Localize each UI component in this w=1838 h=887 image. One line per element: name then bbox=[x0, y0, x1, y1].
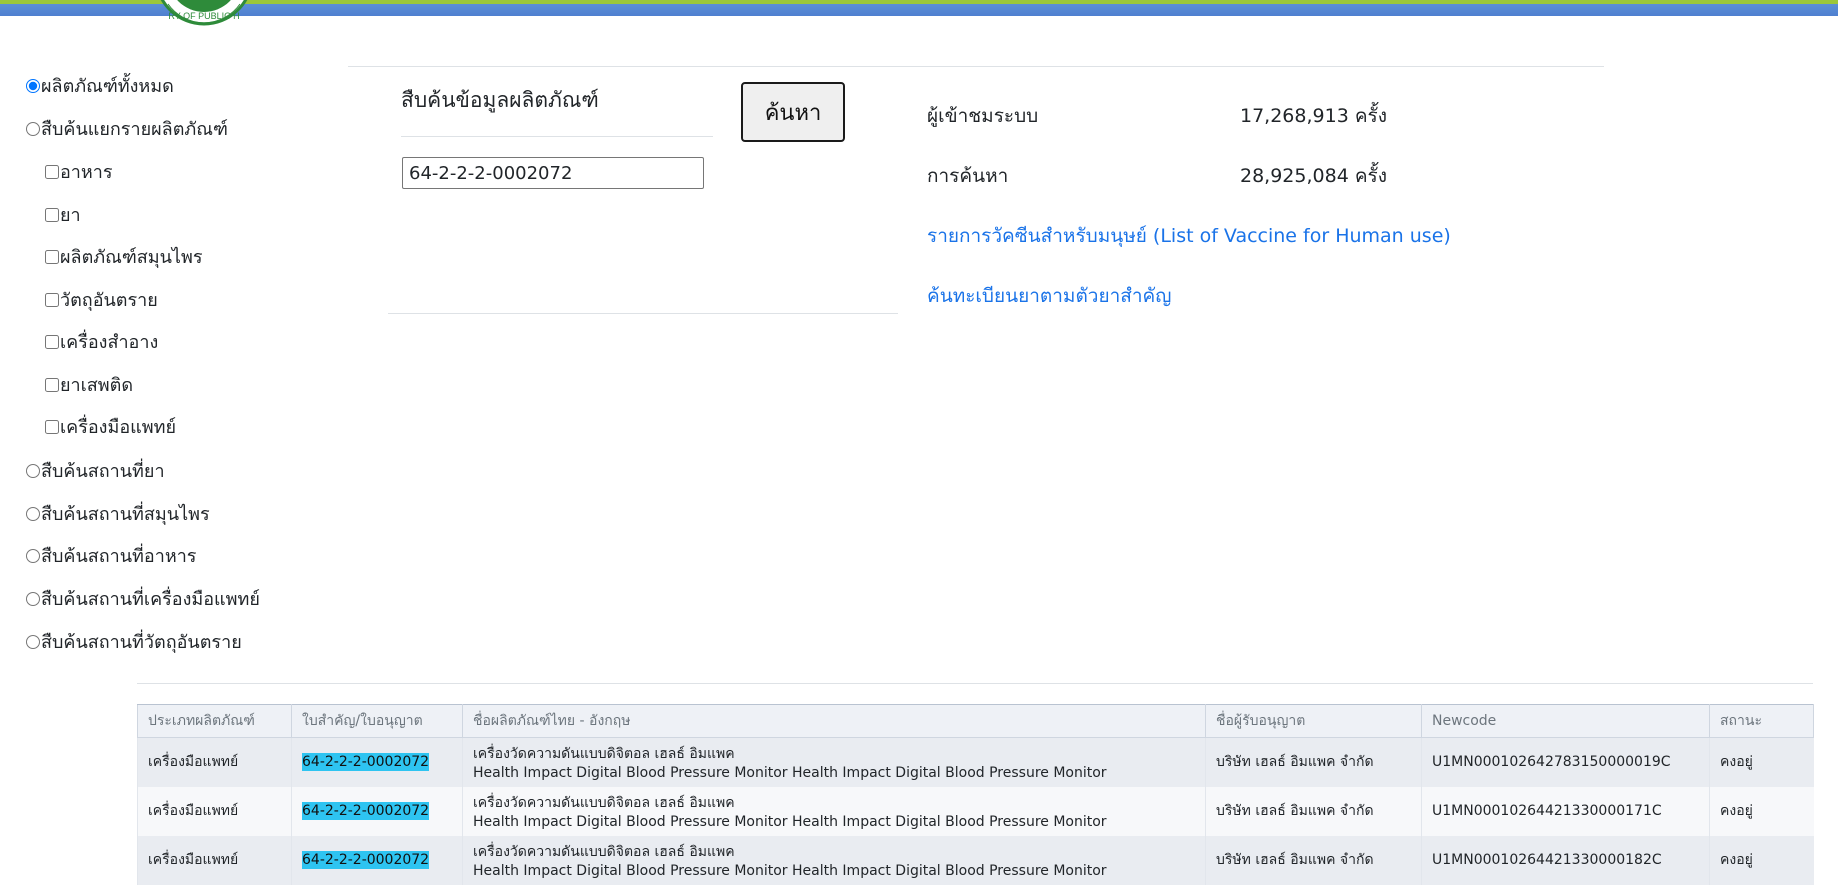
license-highlight: 64-2-2-2-0002072 bbox=[302, 802, 430, 820]
checkbox-cosmetic[interactable]: เครื่องสำอาง bbox=[45, 327, 158, 356]
search-input[interactable] bbox=[402, 157, 704, 189]
checkbox-input[interactable] bbox=[45, 292, 59, 307]
radio-input[interactable] bbox=[26, 463, 40, 478]
radio-place-medical-device[interactable]: สืบค้นสถานที่เครื่องมือแพทย์ bbox=[26, 584, 260, 613]
checkbox-input[interactable] bbox=[45, 249, 59, 264]
radio-input[interactable] bbox=[26, 591, 40, 606]
checkbox-medical-device[interactable]: เครื่องมือแพทย์ bbox=[45, 412, 176, 441]
cell-newcode: U1MN00010264421330000182C bbox=[1421, 835, 1710, 885]
cell-license: 64-2-2-2-0002072 bbox=[291, 835, 463, 885]
radio-label: สืบค้นสถานที่เครื่องมือแพทย์ bbox=[41, 589, 260, 610]
cell-status: คงอยู่ bbox=[1709, 737, 1814, 787]
checkbox-narcotic[interactable]: ยาเสพติด bbox=[45, 370, 133, 399]
license-highlight: 64-2-2-2-0002072 bbox=[302, 753, 430, 772]
license-highlight: 64-2-2-2-0002072 bbox=[302, 851, 430, 869]
radio-label: สืบค้นสถานที่วัตถุอันตราย bbox=[41, 632, 242, 653]
radio-label: สืบค้นสถานที่ยา bbox=[41, 461, 165, 482]
visitors-value: 17,268,913 ครั้ง bbox=[1240, 105, 1388, 127]
cell-product-name: เครื่องวัดความดันแบบดิจิตอล เฮลธ์ อิมแพค… bbox=[462, 786, 1206, 836]
product-name-en: Health Impact Digital Blood Pressure Mon… bbox=[473, 814, 1107, 830]
radio-place-hazardous[interactable]: สืบค้นสถานที่วัตถุอันตราย bbox=[26, 627, 242, 656]
radio-input[interactable] bbox=[26, 634, 40, 649]
cell-newcode: U1MN00010264421330000171C bbox=[1421, 786, 1710, 836]
svg-text:RY OF PUBLIC H: RY OF PUBLIC H bbox=[168, 11, 239, 21]
visitors-label: ผู้เข้าชมระบบ bbox=[927, 105, 1039, 127]
radio-input[interactable] bbox=[26, 506, 40, 521]
product-name-th: เครื่องวัดความดันแบบดิจิตอล เฮลธ์ อิมแพค bbox=[473, 795, 735, 811]
divider bbox=[388, 313, 898, 314]
cell-licensee: บริษัท เฮลธ์ อิมแพค จำกัด bbox=[1205, 786, 1422, 836]
product-name-th: เครื่องวัดความดันแบบดิจิตอล เฮลธ์ อิมแพค bbox=[473, 844, 735, 860]
radio-label: สืบค้นสถานที่อาหาร bbox=[41, 546, 197, 567]
column-header-newcode[interactable]: Newcode bbox=[1421, 704, 1710, 738]
checkbox-label: ยา bbox=[60, 205, 81, 226]
search-title: สืบค้นข้อมูลผลิตภัณฑ์ bbox=[401, 88, 599, 112]
checkbox-label: วัตถุอันตราย bbox=[60, 290, 158, 311]
product-name-en: Health Impact Digital Blood Pressure Mon… bbox=[473, 863, 1107, 879]
column-header-licensee[interactable]: ชื่อผู้รับอนุญาต bbox=[1205, 704, 1422, 738]
checkbox-input[interactable] bbox=[45, 207, 59, 222]
checkbox-input[interactable] bbox=[45, 334, 59, 349]
column-header-product-name[interactable]: ชื่อผลิตภัณฑ์ไทย - อังกฤษ bbox=[462, 704, 1206, 738]
radio-all-products-input[interactable] bbox=[26, 78, 40, 93]
checkbox-food[interactable]: อาหาร bbox=[45, 157, 113, 186]
radio-place-food[interactable]: สืบค้นสถานที่อาหาร bbox=[26, 541, 196, 570]
table-header-row: ประเภทผลิตภัณฑ์ ใบสำคัญ/ใบอนุญาต ชื่อผลิ… bbox=[137, 704, 1814, 738]
checkbox-input[interactable] bbox=[45, 164, 59, 179]
checkbox-label: อาหาร bbox=[60, 162, 113, 183]
column-header-status[interactable]: สถานะ bbox=[1709, 704, 1814, 738]
checkbox-label: ยาเสพติด bbox=[60, 375, 134, 396]
cell-type: เครื่องมือแพทย์ bbox=[137, 786, 292, 836]
radio-label: ผลิตภัณฑ์ทั้งหมด bbox=[41, 76, 174, 97]
radio-place-herbal[interactable]: สืบค้นสถานที่สมุนไพร bbox=[26, 499, 210, 528]
cell-status: คงอยู่ bbox=[1709, 835, 1814, 885]
radio-label: สืบค้นแยกรายผลิตภัณฑ์ bbox=[41, 119, 228, 140]
checkbox-input[interactable] bbox=[45, 377, 59, 392]
radio-by-product-input[interactable] bbox=[26, 121, 40, 136]
column-header-type[interactable]: ประเภทผลิตภัณฑ์ bbox=[137, 704, 292, 738]
cell-type: เครื่องมือแพทย์ bbox=[137, 737, 292, 787]
cell-licensee: บริษัท เฮลธ์ อิมแพค จำกัด bbox=[1205, 737, 1422, 787]
checkbox-input[interactable] bbox=[45, 419, 59, 434]
searches-value: 28,925,084 ครั้ง bbox=[1240, 165, 1388, 187]
checkbox-label: ผลิตภัณฑ์สมุนไพร bbox=[60, 247, 203, 268]
checkbox-hazardous[interactable]: วัตถุอันตราย bbox=[45, 285, 158, 314]
column-header-license[interactable]: ใบสำคัญ/ใบอนุญาต bbox=[291, 704, 463, 738]
checkbox-label: เครื่องสำอาง bbox=[60, 332, 159, 353]
divider bbox=[137, 683, 1813, 684]
cell-type: เครื่องมือแพทย์ bbox=[137, 835, 292, 885]
ministry-logo: RY OF PUBLIC H bbox=[160, 0, 248, 26]
results-table: ประเภทผลิตภัณฑ์ ใบสำคัญ/ใบอนุญาต ชื่อผลิ… bbox=[137, 704, 1814, 885]
radio-input[interactable] bbox=[26, 548, 40, 563]
cell-product-name: เครื่องวัดความดันแบบดิจิตอล เฮลธ์ อิมแพค… bbox=[462, 737, 1206, 787]
radio-place-drug[interactable]: สืบค้นสถานที่ยา bbox=[26, 456, 165, 485]
checkbox-drug[interactable]: ยา bbox=[45, 200, 81, 229]
cell-product-name: เครื่องวัดความดันแบบดิจิตอล เฮลธ์ อิมแพค… bbox=[462, 835, 1206, 885]
vaccine-list-link[interactable]: รายการวัคซีนสำหรับมนุษย์ (List of Vaccin… bbox=[927, 221, 1451, 251]
radio-all-products[interactable]: ผลิตภัณฑ์ทั้งหมด bbox=[26, 71, 174, 100]
product-name-th: เครื่องวัดความดันแบบดิจิตอล เฮลธ์ อิมแพค bbox=[473, 746, 735, 763]
drug-search-link[interactable]: ค้นทะเบียนยาตามตัวยาสำคัญ bbox=[927, 281, 1171, 311]
cell-license: 64-2-2-2-0002072 bbox=[291, 737, 463, 787]
table-row[interactable]: เครื่องมือแพทย์ 64-2-2-2-0002072 เครื่อง… bbox=[137, 737, 1814, 787]
table-row[interactable]: เครื่องมือแพทย์ 64-2-2-2-0002072 เครื่อง… bbox=[137, 835, 1814, 885]
table-row[interactable]: เครื่องมือแพทย์ 64-2-2-2-0002072 เครื่อง… bbox=[137, 786, 1814, 836]
radio-label: สืบค้นสถานที่สมุนไพร bbox=[41, 504, 210, 525]
cell-licensee: บริษัท เฮลธ์ อิมแพค จำกัด bbox=[1205, 835, 1422, 885]
checkbox-label: เครื่องมือแพทย์ bbox=[60, 417, 177, 438]
search-button[interactable]: ค้นหา bbox=[741, 82, 845, 142]
divider bbox=[348, 66, 1604, 67]
cell-license: 64-2-2-2-0002072 bbox=[291, 786, 463, 836]
checkbox-herbal[interactable]: ผลิตภัณฑ์สมุนไพร bbox=[45, 242, 203, 271]
radio-by-product[interactable]: สืบค้นแยกรายผลิตภัณฑ์ bbox=[26, 114, 228, 143]
cell-status: คงอยู่ bbox=[1709, 786, 1814, 836]
searches-label: การค้นหา bbox=[927, 165, 1009, 187]
product-name-en: Health Impact Digital Blood Pressure Mon… bbox=[473, 765, 1107, 782]
divider bbox=[401, 136, 713, 137]
header-bar bbox=[0, 0, 1838, 16]
cell-newcode: U1MN000102642783150000019C bbox=[1421, 737, 1710, 787]
